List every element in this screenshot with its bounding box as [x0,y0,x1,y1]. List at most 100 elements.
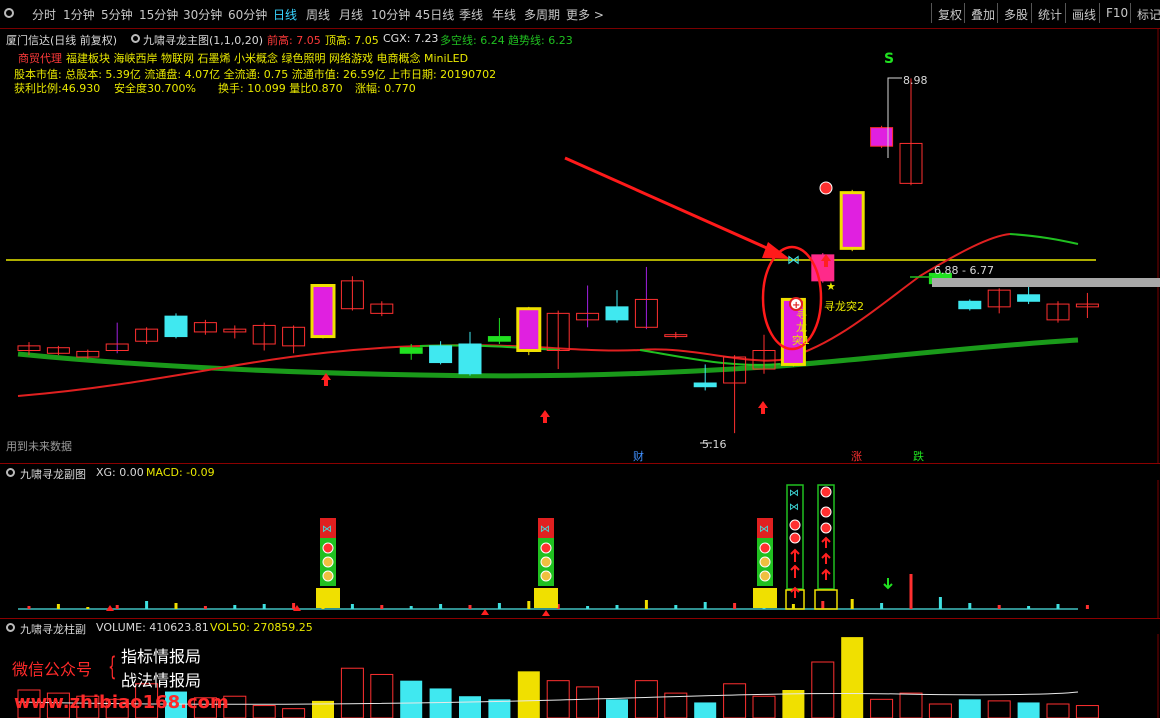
volume-bar [870,698,894,718]
candle-group [17,78,1099,434]
money-bag-icon [759,570,771,582]
red-ball-icon [789,519,801,531]
multi-short-line-red [17,233,1011,397]
watermark-top: 指标情报局 [121,647,202,666]
candle-body [458,343,482,375]
sub1-bar [174,603,178,609]
up-arrow-stem [761,408,765,414]
volume-bar [340,667,364,718]
period-tab[interactable]: 45日线 [415,6,454,23]
up-arrow-stem [324,380,328,386]
volume-bar [841,637,864,718]
red-ball-icon [322,542,334,554]
sub1-bar [674,605,678,609]
butterfly-icon: ⋈ [789,502,799,513]
sub1-bar [1085,605,1089,609]
period-tab[interactable]: 15分钟 [139,6,178,23]
period-toolbar: 分时 1分钟 5分钟 15分钟 30分钟 60分钟 日线 周线 月线 10分钟 … [0,0,1160,29]
xunlong-1-char2: 龙 [796,321,807,334]
sub1-bar [497,603,501,609]
svg-text:+: + [792,300,800,311]
period-tab[interactable]: 10分钟 [371,6,410,23]
period-tab[interactable]: 多周期 [524,6,560,23]
settings-gear-icon[interactable] [4,8,14,18]
sub1-bar [703,602,707,609]
period-tab[interactable]: 年线 [492,6,516,23]
volume-bar [723,683,747,718]
main-kline-chart[interactable]: 6.88 - 6.77 8.98 S 5.16 寻 龙 突1 ★ 寻龙突2 ⋈ … [0,28,1160,464]
sub1-bar [615,605,619,609]
die-marker: 跌 [913,449,924,463]
overlay-button[interactable]: 叠加 [964,3,1001,23]
period-tab[interactable]: 季线 [459,6,483,23]
butterfly-icon: ⋈ [789,488,799,499]
period-tab[interactable]: 月线 [339,6,363,23]
sub1-bar [938,597,942,609]
candle-body [310,284,336,339]
sub1-bar [733,603,737,609]
sub2-settings-icon[interactable] [6,623,15,632]
trend-line [17,337,1079,379]
low-price-label: 5.16 [702,438,727,451]
up-arrow-icon [758,401,768,408]
period-tab-active[interactable]: 日线 [273,6,297,23]
candle-body [693,382,717,388]
candle-body [164,315,188,338]
sub1-bar [644,600,648,609]
more-periods-button[interactable]: 更多 > [566,6,604,23]
volume-bar [576,686,600,718]
volume-bar [429,688,452,718]
money-bag-icon [322,556,334,568]
volume-bar [488,699,511,718]
sub1-bar [115,605,119,609]
red-ball-icon [819,181,833,195]
volume-bar [1075,705,1099,718]
candle-body [870,127,894,147]
up-arrow-stem [824,261,828,267]
zhang-marker: 涨 [851,450,862,463]
money-bag-icon [540,556,552,568]
sub1-bar [56,604,60,609]
sub1-bar [27,606,31,609]
sub1-bar [997,605,1001,609]
high-price-label: 8.98 [903,74,928,87]
sub1-bar [880,603,884,609]
volume-bar [899,692,923,718]
multi-stock-button[interactable]: 多股 [997,3,1034,23]
sub1-bar [1056,604,1060,609]
sub1-chart[interactable]: ⋈ ⋈ ⋈ ⋈ ⋈ [0,480,1160,618]
xunlong-1-char3: 突1 [792,333,810,347]
up-arrow-icon [540,410,550,417]
fuquan-button[interactable]: 复权 [931,3,968,23]
sub1-bar [350,604,354,609]
mark-button[interactable]: 标记 [1130,3,1160,23]
up-arrow-icon [542,610,550,616]
f10-button[interactable]: F10 [1099,3,1134,23]
sub1-settings-icon[interactable] [6,468,15,477]
sub1-bar [586,606,590,609]
stats-button[interactable]: 统计 [1031,3,1068,23]
red-ball-icon [789,532,801,544]
volume-bar [634,680,658,718]
candle-body [516,307,542,353]
period-tab[interactable]: 周线 [306,6,330,23]
period-tab[interactable]: 30分钟 [183,6,222,23]
draw-line-button[interactable]: 画线 [1065,3,1102,23]
sub1-bar [86,607,90,609]
sub1-bar-group [27,574,1089,609]
period-tab[interactable]: 5分钟 [101,6,133,23]
butterfly-icon: ⋈ [540,524,550,535]
period-tab[interactable]: 分时 [32,6,56,23]
volume-bar [752,695,776,718]
period-tab[interactable]: 60分钟 [228,6,267,23]
volume-bar [606,699,628,718]
butterfly-icon: ⋈ [759,524,769,535]
volume-bar [694,702,717,718]
candle-body [605,306,629,321]
volume-bar [459,696,481,718]
money-bag-icon [540,570,552,582]
watermark-url: www.zhibiao168.com [14,692,229,713]
period-tab[interactable]: 1分钟 [63,6,95,23]
volume-bar [282,708,306,718]
xunlong-2-star: ★ [826,280,836,293]
